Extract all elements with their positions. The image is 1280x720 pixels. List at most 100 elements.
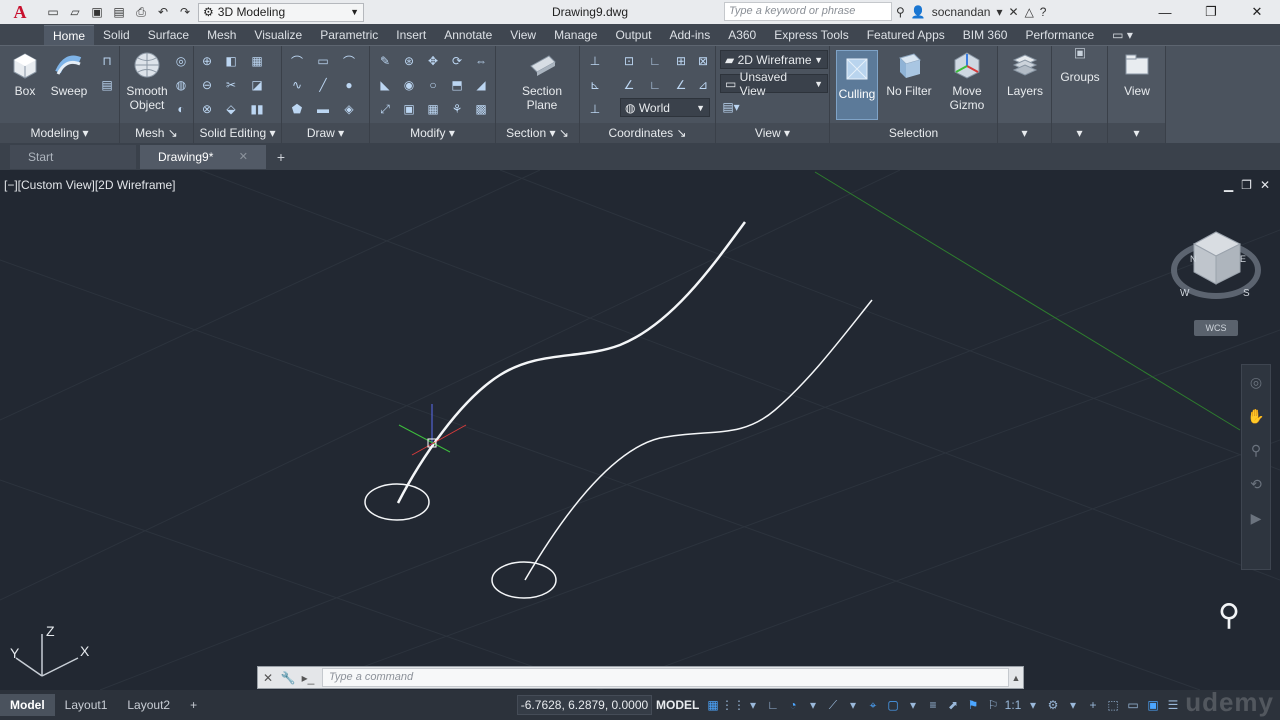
tab-express-tools[interactable]: Express Tools <box>765 25 857 45</box>
help-icon[interactable]: ? <box>1040 5 1047 19</box>
clean-screen-icon[interactable]: ▣ <box>1146 695 1160 715</box>
more-modify-icon[interactable]: ▩ <box>472 100 490 118</box>
explode-icon[interactable]: ▣ <box>400 100 418 118</box>
command-history-icon[interactable]: ▲ <box>1009 673 1023 683</box>
tab-visualize[interactable]: Visualize <box>245 25 311 45</box>
polysolid-icon[interactable]: ▤ <box>98 76 116 94</box>
extract-edges-icon[interactable]: ▦ <box>248 52 266 70</box>
redo-icon[interactable]: ↷ <box>176 3 194 21</box>
sweep-path-1[interactable] <box>396 221 747 504</box>
ucs-face-icon[interactable]: ⊾ <box>586 76 604 94</box>
workspace-switch-icon[interactable]: ⚙ <box>1046 695 1060 715</box>
wcs-menu[interactable]: WCS <box>1194 320 1238 336</box>
profile-circle-1[interactable] <box>364 483 430 521</box>
viewcube[interactable]: W S N E <box>1171 231 1261 299</box>
chevron-down-icon[interactable]: ▾ <box>996 5 1002 19</box>
array-icon[interactable]: ▦ <box>424 100 442 118</box>
chevron-down-icon[interactable]: ▾ <box>846 695 860 715</box>
hardware-acceleration-icon[interactable]: ▭ <box>1126 695 1140 715</box>
polygon-icon[interactable]: ⬟ <box>288 100 306 118</box>
tab-view[interactable]: View <box>501 25 545 45</box>
join-icon[interactable]: ⚘ <box>448 100 466 118</box>
restore-icon[interactable]: ❐ <box>1241 178 1252 192</box>
chevron-down-icon[interactable]: ▾ <box>1026 695 1040 715</box>
add-layout-icon[interactable]: + <box>180 694 207 716</box>
showmotion-icon[interactable]: ▶ <box>1242 501 1270 535</box>
tab-home[interactable]: Home <box>44 25 95 45</box>
copy-icon[interactable]: ⊛ <box>400 52 418 70</box>
sweep-path-2[interactable] <box>524 299 873 581</box>
chevron-down-icon[interactable]: ▾ <box>806 695 820 715</box>
ucs-z-icon[interactable]: ∠ <box>672 76 690 94</box>
tab-a360[interactable]: A360 <box>719 25 765 45</box>
tab-solid[interactable]: Solid <box>94 25 139 45</box>
tab-performance[interactable]: Performance <box>1016 25 1103 45</box>
visual-style-dropdown[interactable]: ▰ 2D Wireframe ▼ <box>720 50 828 69</box>
orbit-icon[interactable]: ⟲ <box>1242 467 1270 501</box>
close-icon[interactable]: ✕ <box>258 671 278 685</box>
ucs-y-icon[interactable]: ∟ <box>646 76 664 94</box>
panel-title-mesh[interactable]: Mesh ↘ <box>120 123 193 143</box>
snap-icon[interactable]: ⋮⋮ <box>721 695 745 715</box>
command-prompt-icon[interactable]: ▸_ <box>298 671 318 685</box>
ortho-icon[interactable]: ∟ <box>766 695 780 715</box>
open-icon[interactable]: ▱ <box>66 3 84 21</box>
chevron-down-icon[interactable]: ▾ <box>906 695 920 715</box>
chevron-down-icon[interactable]: ▾ <box>1066 695 1080 715</box>
ucs-3point-icon[interactable]: ⊿ <box>694 76 712 94</box>
ucs-x-icon[interactable]: ∠ <box>620 76 638 94</box>
ucs-dropdown[interactable]: ◍ World ▼ <box>620 98 710 117</box>
groups-button[interactable]: Groups <box>1055 46 1105 84</box>
mirror-icon[interactable]: ⇔ <box>472 52 490 70</box>
fillet-icon[interactable]: ◣ <box>376 76 394 94</box>
viewport-config-icon[interactable]: ▤▾ <box>722 98 740 116</box>
polyline-icon[interactable]: ⌒ <box>288 52 306 70</box>
ucs-view-icon[interactable]: ⊞ <box>672 52 690 70</box>
isolate-objects-icon[interactable]: ⬚ <box>1106 695 1120 715</box>
chamfer-icon[interactable]: ◢ <box>472 76 490 94</box>
close-icon[interactable]: ✕ <box>1260 178 1270 192</box>
scale-icon[interactable]: ⤢ <box>376 100 394 118</box>
layout-tab-model[interactable]: Model <box>0 694 55 716</box>
grid-icon[interactable]: ▦ <box>706 695 720 715</box>
customize-icon[interactable]: 🔧 <box>278 671 298 685</box>
lineweight-icon[interactable]: ≡ <box>926 695 940 715</box>
stretch-icon[interactable]: ⬒ <box>448 76 466 94</box>
layers-button[interactable]: Layers <box>1000 50 1050 98</box>
panel-title-selection[interactable]: Selection <box>830 123 997 143</box>
ucs-named-icon[interactable]: ⊡ <box>620 52 638 70</box>
annotation-visibility-icon[interactable]: ⚑ <box>966 695 980 715</box>
mesh-refine-icon[interactable]: ◐ <box>172 100 190 118</box>
tab-featured-apps[interactable]: Featured Apps <box>858 25 954 45</box>
plot-icon[interactable]: ⎙ <box>132 3 150 21</box>
app-menu-button[interactable]: A <box>0 0 40 24</box>
move-icon[interactable]: ✥ <box>424 52 442 70</box>
layout-tab-layout2[interactable]: Layout2 <box>117 694 180 716</box>
slice-icon[interactable]: ◧ <box>222 52 240 70</box>
layout-tab-layout1[interactable]: Layout1 <box>55 694 118 716</box>
extrude-icon[interactable]: ⊓ <box>98 52 116 70</box>
extrude-faces-icon[interactable]: ◪ <box>248 76 266 94</box>
panel-title-modify[interactable]: Modify ▾ <box>370 123 495 143</box>
culling-button[interactable]: Culling <box>836 50 878 120</box>
auto-scale-icon[interactable]: ⚐ <box>986 695 1000 715</box>
panel-title-view[interactable]: View ▾ <box>716 123 829 143</box>
save-icon[interactable]: ▣ <box>88 3 106 21</box>
tab-output[interactable]: Output <box>606 25 660 45</box>
minimize-icon[interactable]: ▁ <box>1224 178 1233 192</box>
isodraft-icon[interactable]: ⟋ <box>826 695 840 715</box>
model-space-button[interactable]: MODEL <box>656 695 699 715</box>
union-icon[interactable]: ⊕ <box>198 52 216 70</box>
new-icon[interactable]: ▭ <box>44 3 62 21</box>
panel-title-section[interactable]: Section ▾ ↘ <box>496 123 579 143</box>
subtract-icon[interactable]: ⊖ <box>198 76 216 94</box>
trim-icon[interactable]: ✎ <box>376 52 394 70</box>
ucs-icon-toggle[interactable]: ⊥ <box>586 100 604 118</box>
rectangle-icon[interactable]: ▭ <box>314 52 332 70</box>
section-plane-button[interactable]: Section Plane <box>516 50 568 112</box>
arc-icon[interactable]: ⌒ <box>340 52 358 70</box>
customization-icon[interactable]: ☰ <box>1166 695 1180 715</box>
a360-icon[interactable]: △ <box>1025 5 1034 19</box>
3d-align-icon[interactable]: ◉ <box>400 76 418 94</box>
undo-icon[interactable]: ↶ <box>154 3 172 21</box>
